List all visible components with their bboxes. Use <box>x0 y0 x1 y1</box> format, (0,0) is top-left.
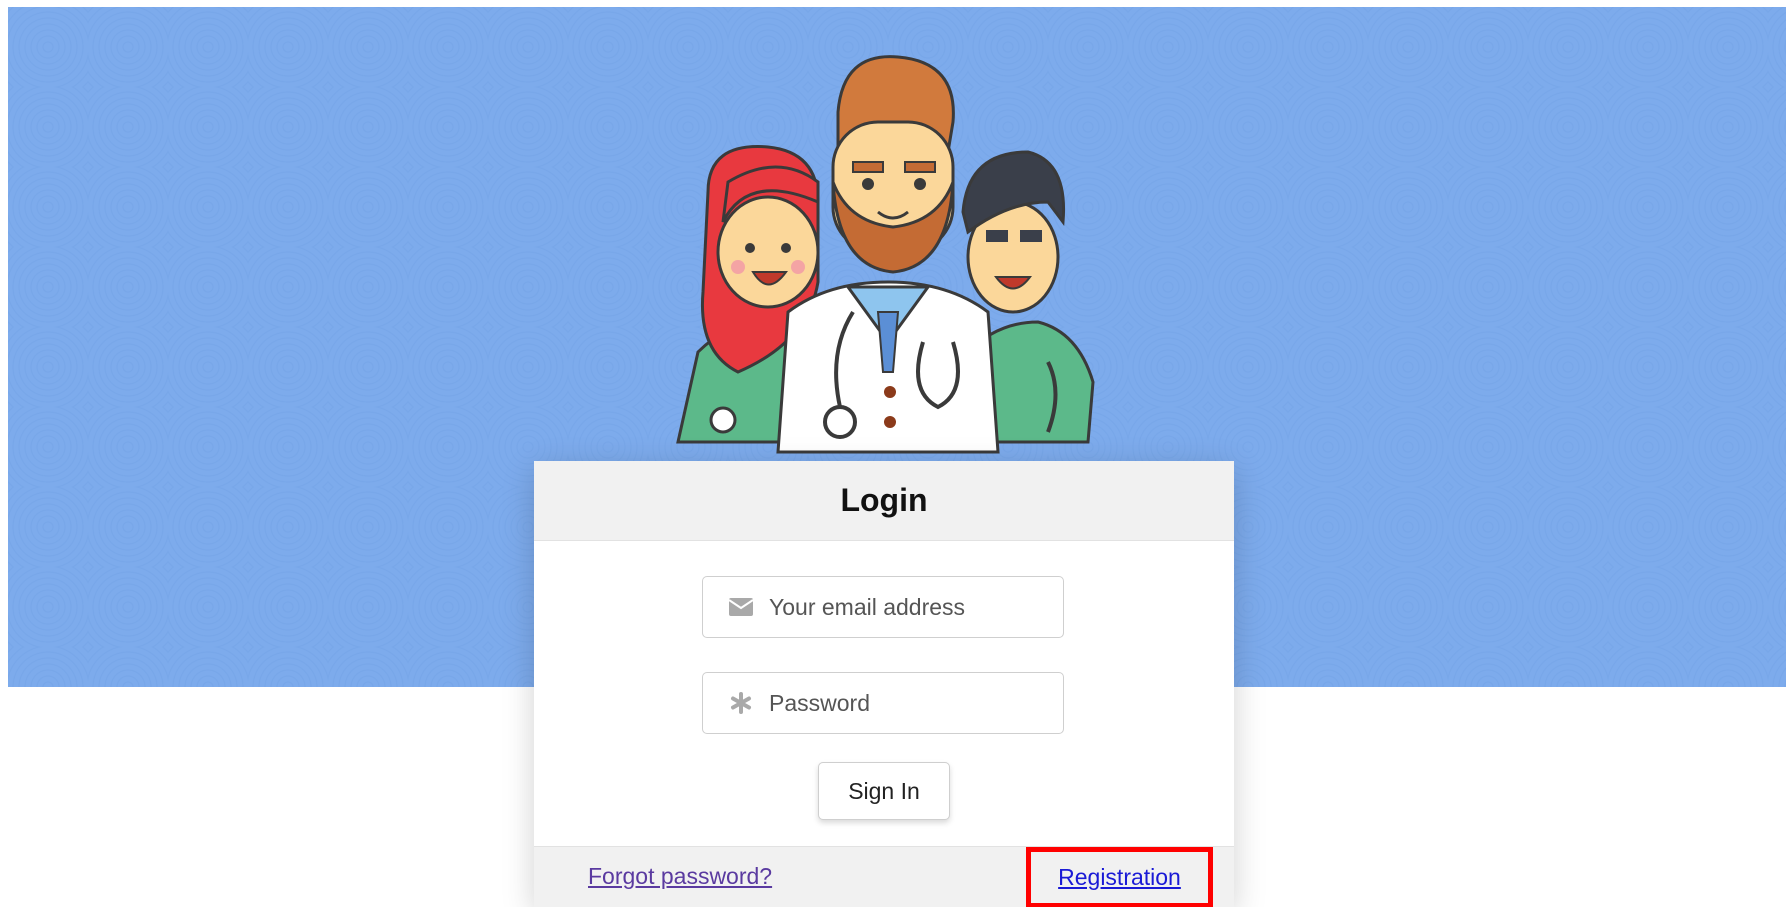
login-card-header: Login <box>534 461 1234 541</box>
doctors-illustration <box>676 55 1095 454</box>
login-page: Login S <box>0 0 1786 907</box>
password-input[interactable] <box>769 689 1039 717</box>
password-field[interactable] <box>702 672 1064 734</box>
registration-highlight: Registration <box>1026 847 1213 907</box>
login-card: Login S <box>534 461 1234 907</box>
sign-in-button[interactable]: Sign In <box>818 762 950 820</box>
email-field[interactable] <box>702 576 1064 638</box>
registration-link[interactable]: Registration <box>1058 864 1181 891</box>
email-input[interactable] <box>769 593 1039 621</box>
login-card-footer: Forgot password? Registration <box>534 846 1234 907</box>
envelope-icon <box>727 593 755 621</box>
login-title: Login <box>840 482 928 518</box>
asterisk-icon <box>727 689 755 717</box>
forgot-password-link[interactable]: Forgot password? <box>588 863 772 890</box>
